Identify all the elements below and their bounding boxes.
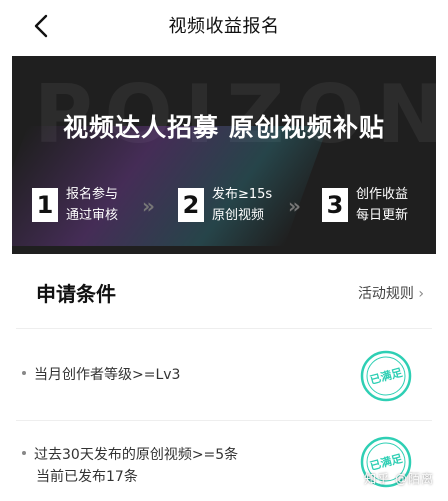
step-line: 报名参与 xyxy=(66,187,119,202)
step-arrow-icon: » xyxy=(142,194,155,218)
step-number: 2 xyxy=(178,188,204,222)
step-arrow-icon: » xyxy=(288,194,301,218)
step-number: 3 xyxy=(322,188,348,222)
condition-text: 当月创作者等级>=Lv3 xyxy=(34,367,181,383)
bullet-icon xyxy=(22,371,26,375)
top-bar: 视频收益报名 xyxy=(0,0,448,52)
condition-text: 过去30天发布的原创视频>=5条 xyxy=(34,447,239,463)
bullet-icon xyxy=(22,451,26,455)
step-line: 创作收益 xyxy=(356,187,409,202)
step-line: 发布≥15s xyxy=(212,187,273,202)
activity-rules-link[interactable]: 活动规则 › xyxy=(358,283,424,303)
stamp-label: 已满足 xyxy=(368,365,404,387)
chevron-right-icon: › xyxy=(418,286,424,302)
divider xyxy=(16,328,432,329)
banner-headline: 视频达人招募 原创视频补贴 xyxy=(63,113,385,142)
step-line: 通过审核 xyxy=(66,208,119,223)
watermark: 知乎 @陌离 xyxy=(364,472,434,486)
satisfied-stamp-icon: 已满足 xyxy=(360,350,412,402)
step-line: 原创视频 xyxy=(212,208,265,223)
promo-banner: POIZON 视频达人招募 原创视频补贴 1 报名参与 通过审核 » 2 发布≥… xyxy=(12,56,436,254)
conditions-title: 申请条件 xyxy=(36,282,116,306)
step-number: 1 xyxy=(32,188,58,222)
step-line: 每日更新 xyxy=(356,208,409,223)
divider xyxy=(16,420,432,421)
banner-steps: 1 报名参与 通过审核 » 2 发布≥15s 原创视频 » 3 创作收益 每日更… xyxy=(32,184,432,228)
activity-rules-label: 活动规则 xyxy=(357,286,414,302)
page-title: 视频收益报名 xyxy=(168,16,280,37)
